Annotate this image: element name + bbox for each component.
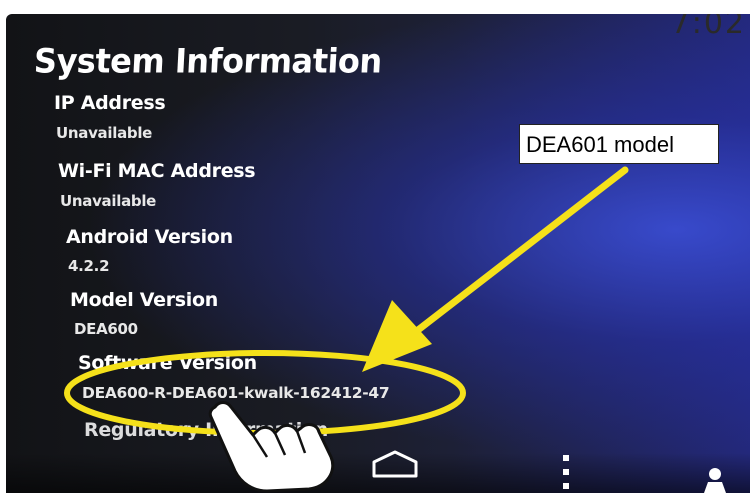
photo-frame: 7:02 System Information IP Address Unava…: [0, 0, 753, 493]
pointing-hand-icon: [208, 401, 335, 493]
annotation-callout: DEA601 model: [519, 124, 719, 164]
annotation-overlay: [64, 166, 629, 436]
arrow-shaft: [414, 166, 629, 334]
